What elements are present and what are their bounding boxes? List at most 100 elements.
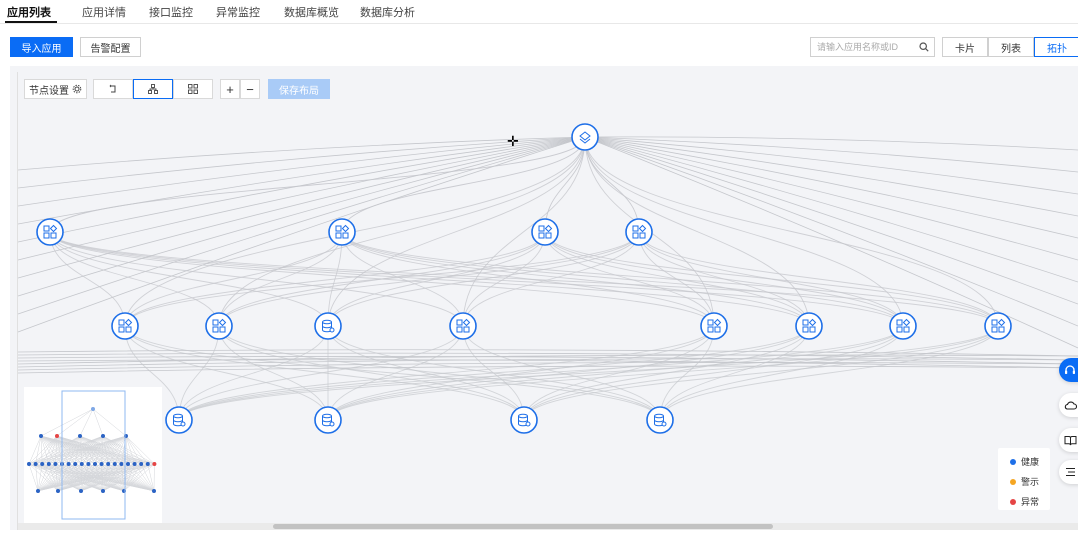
minimap-node	[101, 489, 105, 493]
edge-line	[341, 231, 810, 327]
hierarchy-icon	[148, 84, 158, 94]
layout-free-button[interactable]	[93, 79, 133, 99]
edge-line	[17, 136, 586, 333]
minimap-node	[53, 462, 58, 466]
edge-line	[327, 231, 640, 327]
edge-line	[49, 136, 586, 233]
edge-line	[17, 136, 586, 207]
edge-line	[462, 136, 586, 327]
scrollbar-thumb[interactable]	[273, 524, 773, 529]
edge-line	[584, 136, 1078, 239]
cloud-button[interactable]	[1059, 393, 1078, 417]
topology-node-l3[interactable]	[165, 406, 193, 434]
zoom-out-button[interactable]: −	[240, 79, 260, 99]
minimap-node	[86, 462, 91, 466]
minimap-graph	[27, 390, 157, 520]
node-settings-button[interactable]: 节点设置	[24, 79, 87, 99]
book-icon	[1064, 435, 1077, 446]
grid-icon	[188, 84, 198, 94]
legend-label: 异常	[1021, 497, 1040, 507]
topology-node-l2[interactable]	[889, 312, 917, 340]
minimap[interactable]	[24, 387, 162, 523]
edge-line	[341, 231, 464, 327]
topology-node-l2[interactable]	[111, 312, 139, 340]
horizontal-scrollbar[interactable]	[18, 523, 1078, 530]
topology-node-l2[interactable]	[314, 312, 342, 340]
edge-line	[178, 325, 715, 421]
gear-icon	[72, 84, 82, 94]
minimap-node	[106, 462, 111, 466]
topology-node-l2[interactable]	[795, 312, 823, 340]
legend-item-error: 异常	[1010, 495, 1039, 508]
minimap-node	[145, 462, 150, 466]
minimap-node	[56, 489, 60, 493]
topology-node-l1[interactable]	[328, 218, 356, 246]
legend-label: 警示	[1021, 477, 1040, 487]
edge-line	[327, 325, 715, 421]
status-legend: 健康 警示 异常	[998, 448, 1050, 510]
minimap-node	[126, 462, 130, 466]
minimap-node	[79, 462, 84, 466]
topology-node-root[interactable]	[571, 123, 599, 151]
legend-item-warning: 警示	[1010, 475, 1039, 488]
layout-tree-button[interactable]	[133, 79, 173, 99]
minimap-node	[27, 462, 31, 466]
topology-node-l2[interactable]	[700, 312, 728, 340]
cloud-icon	[1064, 400, 1077, 411]
topology-node-l2[interactable]	[205, 312, 233, 340]
edge-line	[638, 231, 999, 327]
docs-button[interactable]	[1059, 428, 1078, 452]
minimap-node	[79, 489, 83, 493]
minimap-node	[73, 462, 78, 466]
edge-line	[49, 231, 126, 327]
edge-group	[17, 136, 1078, 421]
edge-line	[17, 136, 586, 225]
minimap-node	[46, 462, 51, 466]
edge-line	[218, 136, 586, 327]
topology-node-l3[interactable]	[510, 406, 538, 434]
healthy-dot	[1010, 458, 1016, 465]
layout-grid-button[interactable]	[173, 79, 213, 99]
edge-line	[584, 136, 1078, 327]
headset-icon	[1064, 364, 1076, 376]
minimap-edge	[40, 408, 94, 437]
minimap-node	[40, 462, 45, 466]
menu-button[interactable]	[1059, 460, 1078, 484]
edge-line	[341, 231, 999, 327]
edge-line	[178, 325, 999, 421]
minimap-node	[33, 462, 38, 466]
minimap-edge	[79, 408, 94, 437]
error-dot	[1010, 498, 1016, 505]
edge-line	[17, 136, 586, 297]
move-cursor-icon: ✛	[507, 133, 519, 149]
minimap-node	[66, 462, 71, 466]
edge-line	[327, 325, 810, 421]
edge-line	[17, 136, 586, 189]
topology-node-l2[interactable]	[449, 312, 477, 340]
topology-node-l3[interactable]	[314, 406, 342, 434]
minimap-node	[132, 462, 137, 466]
warning-dot	[1010, 478, 1016, 485]
legend-label: 健康	[1021, 457, 1040, 467]
minimap-node	[139, 462, 144, 466]
edge-line	[327, 325, 999, 421]
edge-line	[341, 231, 715, 327]
topology-node-l1[interactable]	[36, 218, 64, 246]
minimap-node	[36, 489, 40, 493]
edge-line	[327, 325, 904, 421]
rotate-icon	[108, 84, 118, 94]
edge-line	[659, 325, 904, 421]
edge-line	[218, 325, 525, 421]
topology-node-l3[interactable]	[646, 406, 674, 434]
minimap-node	[101, 434, 105, 438]
minimap-node	[78, 434, 82, 438]
topology-node-l1[interactable]	[531, 218, 559, 246]
topology-node-l1[interactable]	[625, 218, 653, 246]
support-button[interactable]	[1059, 358, 1078, 382]
list-icon	[1065, 467, 1076, 477]
save-layout-button[interactable]: 保存布局	[268, 79, 330, 99]
minimap-node	[152, 462, 157, 466]
topology-node-l2[interactable]	[984, 312, 1012, 340]
zoom-in-button[interactable]: +	[220, 79, 240, 99]
edge-line	[17, 136, 586, 243]
